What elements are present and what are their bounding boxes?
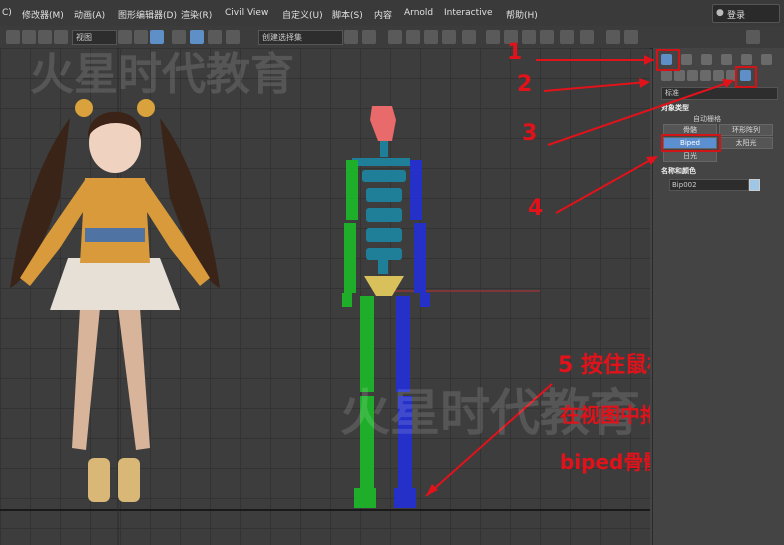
curve-editor-icon[interactable] — [442, 30, 456, 44]
cameras-icon[interactable] — [700, 70, 711, 81]
user-icon: ● — [716, 8, 724, 18]
modify-tab-icon[interactable] — [681, 54, 692, 65]
menu-item-graph-editors[interactable]: 图形编辑器(D) — [118, 8, 177, 21]
annotation-number-4: 4 — [528, 196, 544, 221]
menu-item-arnold[interactable]: Arnold — [404, 8, 433, 18]
command-panel: 标准 对象类型 自动栅格 骨骼 环形阵列 Biped 太阳光 日光 名称和颜色 … — [652, 48, 784, 545]
link-icon[interactable] — [38, 30, 52, 44]
menu-item-help[interactable]: 帮助(H) — [506, 8, 538, 21]
sign-in-field[interactable]: ● 登录 — [712, 4, 780, 23]
annotation-number-3: 3 — [522, 121, 538, 146]
select-by-name-icon[interactable] — [150, 30, 164, 44]
lights-icon[interactable] — [687, 70, 698, 81]
selection-set-dropdown[interactable]: 创建选择集 — [258, 30, 343, 45]
percent-snap-icon[interactable] — [208, 30, 222, 44]
teapot-icon[interactable] — [560, 30, 574, 44]
render-online-icon[interactable] — [580, 30, 594, 44]
character-model[interactable] — [10, 99, 220, 502]
move-icon[interactable] — [134, 30, 148, 44]
layer-explorer-icon[interactable] — [406, 30, 420, 44]
sign-in-label: 登录 — [727, 11, 746, 21]
render-frame-icon[interactable] — [522, 30, 536, 44]
autogrid-label[interactable]: 自动栅格 — [693, 114, 721, 124]
annotation-step5-line1: 5 按住鼠标左键 — [558, 353, 650, 378]
rollout-object-type[interactable]: 对象类型 — [661, 103, 689, 113]
highlight-systems-icon — [735, 66, 757, 88]
object-name-field[interactable]: Bip002 — [669, 179, 749, 191]
menu-item-scripting[interactable]: 脚本(S) — [332, 8, 363, 21]
menu-item-civil-view[interactable]: Civil View — [225, 8, 268, 18]
motion-tab-icon[interactable] — [721, 54, 732, 65]
render-icon[interactable] — [540, 30, 554, 44]
shapes-icon[interactable] — [674, 70, 685, 81]
menu-item-interactive[interactable]: Interactive — [444, 8, 492, 18]
brush-icon[interactable] — [606, 30, 620, 44]
menu-bar: C) 修改器(M) 动画(A) 图形编辑器(D) 渲染(R) Civil Vie… — [0, 0, 784, 27]
ribbon-icon[interactable] — [424, 30, 438, 44]
menu-item-customize[interactable]: 自定义(U) — [282, 8, 323, 21]
select-icon[interactable] — [118, 30, 132, 44]
highlight-biped-button — [661, 134, 721, 152]
annotation-number-2: 2 — [517, 72, 533, 97]
category-dropdown[interactable]: 标准 — [661, 87, 778, 100]
schematic-view-icon[interactable] — [462, 30, 476, 44]
mirror-icon[interactable] — [344, 30, 358, 44]
hierarchy-tab-icon[interactable] — [701, 54, 712, 65]
biped-head — [370, 106, 396, 141]
menu-item-modifiers[interactable]: 修改器(M) — [22, 8, 64, 21]
biped-skeleton[interactable] — [342, 106, 430, 508]
sunlight-button[interactable]: 太阳光 — [719, 137, 773, 149]
watermark-top: 火星时代教育 — [30, 49, 294, 100]
biped-pelvis — [364, 276, 404, 296]
undo-icon[interactable] — [6, 30, 20, 44]
pin-icon[interactable] — [746, 30, 760, 44]
rollout-name-and-color[interactable]: 名称和颜色 — [661, 166, 696, 176]
angle-snap-icon[interactable] — [190, 30, 204, 44]
snap-3d-icon[interactable] — [172, 30, 186, 44]
menu-item-animation[interactable]: 动画(A) — [74, 8, 105, 21]
view-dropdown[interactable]: 视图 — [72, 30, 117, 45]
highlight-create-tab — [656, 49, 680, 71]
ring-array-button[interactable]: 环形阵列 — [719, 124, 773, 136]
geometry-icon[interactable] — [661, 70, 672, 81]
perspective-viewport[interactable]: 火星时代教育 火星时代教育 5 按住鼠标左键 在视图中拖拽出 biped骨骼 — [0, 48, 650, 545]
spinner-snap-icon[interactable] — [226, 30, 240, 44]
menu-item-content[interactable]: 内容 — [374, 8, 392, 21]
utilities-tab-icon[interactable] — [761, 54, 772, 65]
display-tab-icon[interactable] — [741, 54, 752, 65]
main-toolbar: 视图 创建选择集 — [0, 26, 784, 49]
annotation-number-1: 1 — [507, 40, 523, 65]
material-editor-icon[interactable] — [486, 30, 500, 44]
helpers-icon[interactable] — [713, 70, 724, 81]
object-color-swatch[interactable] — [749, 179, 760, 191]
annotation-step5-line2: 在视图中拖拽出 — [560, 403, 650, 427]
redo-icon[interactable] — [22, 30, 36, 44]
menu-item-rendering[interactable]: 渲染(R) — [181, 8, 212, 21]
crosshair-icon[interactable] — [624, 30, 638, 44]
menu-item-partial[interactable]: C) — [2, 8, 12, 18]
align-icon[interactable] — [362, 30, 376, 44]
scene-explorer-icon[interactable] — [388, 30, 402, 44]
unlink-icon[interactable] — [54, 30, 68, 44]
annotation-step5-line3: biped骨骼 — [560, 450, 650, 474]
viewport-scene — [0, 48, 650, 545]
